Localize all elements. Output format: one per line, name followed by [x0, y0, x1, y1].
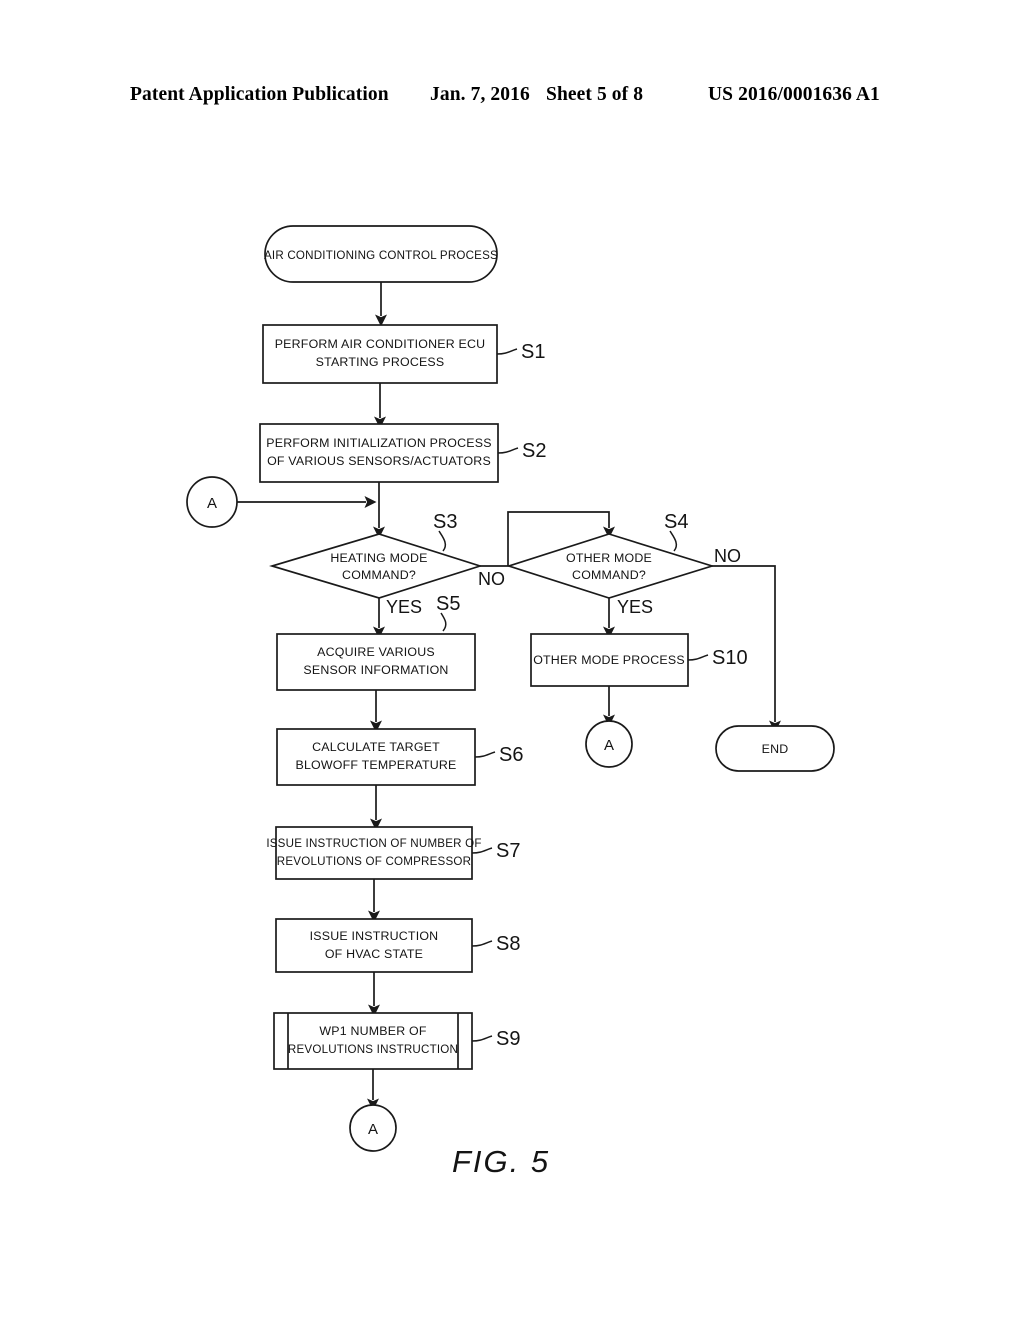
node-s3-line1: HEATING MODE [330, 551, 427, 565]
node-end: END [715, 725, 835, 772]
node-s1: PERFORM AIR CONDITIONER ECU STARTING PRO… [262, 324, 498, 384]
step-label-s7: S7 [496, 840, 520, 862]
connector-a-left: A [186, 476, 238, 528]
step-label-s10: S10 [712, 647, 748, 669]
node-start-label: AIR CONDITIONING CONTROL PROCESS [264, 249, 498, 262]
node-s2-line1: PERFORM INITIALIZATION PROCESS [266, 436, 491, 450]
node-s3: HEATING MODE COMMAND? [269, 533, 483, 599]
branch-label-s3-yes: YES [386, 597, 422, 617]
connector-a-left-label: A [207, 495, 217, 512]
figure-caption: FIG. 5 [452, 1144, 550, 1179]
node-s9-line2: REVOLUTIONS INSTRUCTION [288, 1043, 458, 1056]
node-s8: ISSUE INSTRUCTION OF HVAC STATE [275, 918, 473, 973]
node-s8-line1: ISSUE INSTRUCTION [310, 929, 439, 943]
leader-s3 [438, 530, 447, 552]
node-end-label: END [762, 742, 789, 756]
leader-s8 [471, 940, 493, 947]
node-s6-line2: BLOWOFF TEMPERATURE [296, 758, 457, 772]
flow-s4-no-to-end [712, 565, 781, 733]
connector-a-middle: A [585, 720, 633, 768]
step-label-s3: S3 [433, 511, 457, 533]
branch-label-s4-no: NO [714, 546, 741, 566]
leader-s9 [471, 1035, 493, 1042]
node-s9: WP1 NUMBER OF REVOLUTIONS INSTRUCTION [273, 1012, 473, 1070]
node-s2-line2: OF VARIOUS SENSORS/ACTUATORS [267, 454, 491, 468]
node-s9-line1: WP1 NUMBER OF [319, 1024, 426, 1038]
leader-s4 [669, 530, 678, 552]
node-s8-line2: OF HVAC STATE [325, 947, 423, 961]
step-label-s1: S1 [521, 341, 545, 363]
branch-label-s4-yes: YES [617, 597, 653, 617]
node-s4: OTHER MODE COMMAND? [506, 533, 715, 599]
node-s6-line1: CALCULATE TARGET [312, 740, 440, 754]
leader-s10 [687, 654, 709, 661]
node-s5-line2: SENSOR INFORMATION [303, 663, 448, 677]
node-s5-line1: ACQUIRE VARIOUS [317, 645, 435, 659]
step-label-s2: S2 [522, 440, 546, 462]
node-s10-label: OTHER MODE PROCESS [533, 653, 685, 667]
step-label-s6: S6 [499, 744, 523, 766]
node-s4-line1: OTHER MODE [566, 551, 652, 565]
step-label-s8: S8 [496, 933, 520, 955]
leader-s2 [497, 447, 519, 454]
node-s7-line2: REVOLUTIONS OF COMPRESSOR [277, 855, 471, 868]
step-label-s5: S5 [436, 593, 460, 615]
node-s5: ACQUIRE VARIOUS SENSOR INFORMATION [276, 633, 476, 691]
connector-a-bottom: A [349, 1104, 397, 1152]
node-s4-line2: COMMAND? [572, 568, 646, 582]
flowchart-figure: AIR CONDITIONING CONTROL PROCESS PERFORM… [0, 0, 1024, 1320]
node-start: AIR CONDITIONING CONTROL PROCESS [264, 225, 498, 283]
leader-s6 [474, 751, 496, 758]
node-s7: ISSUE INSTRUCTION OF NUMBER OF REVOLUTIO… [266, 826, 481, 880]
step-label-s4: S4 [664, 511, 688, 533]
node-s10: OTHER MODE PROCESS [530, 633, 689, 687]
connector-a-bottom-label: A [368, 1121, 378, 1138]
node-s2: PERFORM INITIALIZATION PROCESS OF VARIOU… [259, 423, 499, 483]
leader-s1 [496, 348, 518, 355]
node-s6: CALCULATE TARGET BLOWOFF TEMPERATURE [276, 728, 476, 786]
node-s3-line2: COMMAND? [342, 568, 416, 582]
branch-label-s3-no: NO [478, 569, 505, 589]
node-s7-line1: ISSUE INSTRUCTION OF NUMBER OF [266, 837, 481, 850]
connector-a-middle-label: A [604, 737, 614, 754]
node-s1-line1: PERFORM AIR CONDITIONER ECU [275, 337, 486, 351]
step-label-s9: S9 [496, 1028, 520, 1050]
node-s1-line2: STARTING PROCESS [316, 355, 445, 369]
leader-s5 [440, 612, 447, 632]
